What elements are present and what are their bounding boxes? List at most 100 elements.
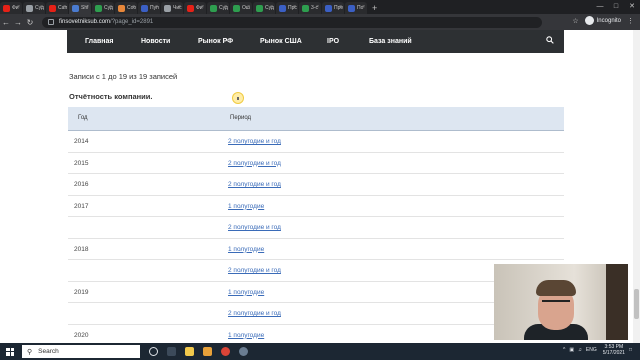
browser-tab[interactable]: Shi × (69, 2, 91, 14)
scrollbar-thumb[interactable] (634, 289, 639, 319)
taskbar-app-icon[interactable] (167, 347, 176, 356)
table-row: 2016 2 полугодие и год (68, 174, 564, 196)
bookmark-star-icon[interactable]: ☆ (572, 17, 578, 25)
browser-tab[interactable]: Фи × (0, 2, 22, 14)
url-text: finsovetniksub.com/?page_id=2891 (59, 19, 153, 25)
tab-close-icon[interactable]: × (293, 4, 296, 10)
address-bar: ← → ↻ finsovetniksub.com/?page_id=2891 ☆… (0, 14, 640, 30)
browser-tab[interactable]: Суд × (23, 2, 45, 14)
nav-item-ipo[interactable]: IPO (327, 38, 339, 45)
table-body: 2014 2 полугодие и год 2015 2 полугодие и г… (68, 131, 564, 346)
incognito-icon (584, 16, 594, 25)
browser-tab[interactable]: Суд × (207, 2, 229, 14)
clock-date: 5/17/2021 (602, 350, 625, 356)
table-header: Год Период (68, 107, 564, 131)
page-scrollbar[interactable] (633, 30, 640, 343)
minimize-icon[interactable]: — (592, 0, 608, 14)
browser-tab[interactable]: 3-с × (299, 2, 321, 14)
period-link[interactable]: 1 полугодие (228, 246, 264, 253)
period-link[interactable]: 1 полугодие (228, 203, 264, 210)
row-year: 2014 (74, 138, 89, 145)
browser-tab[interactable]: Пуп × (138, 2, 160, 14)
tab-close-icon[interactable]: × (155, 4, 158, 10)
table-row: 2017 1 полугодие (68, 196, 564, 217)
period-link[interactable]: 2 полугодие и год (228, 310, 281, 317)
nav-item-news[interactable]: Новости (141, 38, 170, 45)
browser-tab[interactable]: Ош × (230, 2, 252, 14)
tab-close-icon[interactable]: × (17, 4, 20, 10)
reload-icon[interactable]: ↻ (24, 18, 36, 27)
chrome-icon[interactable] (221, 347, 230, 356)
new-tab-button[interactable]: + (372, 2, 377, 14)
webcam-person-hair (536, 280, 576, 296)
maximize-icon[interactable]: □ (608, 0, 624, 14)
table-row: 2019 1 полугодие (68, 282, 564, 303)
nav-item-home[interactable]: Главная (85, 38, 113, 45)
row-year: 2019 (74, 288, 89, 296)
close-window-icon[interactable]: ✕ (624, 0, 640, 14)
tray-chevron-icon[interactable]: ^ (563, 347, 565, 353)
tab-favicon-icon (26, 4, 33, 12)
browser-tab[interactable]: Соо × (115, 2, 137, 14)
period-link[interactable]: 2 полугодие и год (228, 267, 281, 274)
browser-tab[interactable]: Прс × (276, 2, 298, 14)
cursor-icon (237, 97, 239, 100)
browser-tab[interactable]: Суд × (253, 2, 275, 14)
notifications-icon[interactable]: □ (629, 347, 632, 353)
tab-close-icon[interactable]: × (86, 4, 89, 10)
file-explorer-icon[interactable] (185, 347, 194, 356)
browser-tab-strip: Фи × Суд × Сап × Shi × Суд × Соо × Пуп × Чис × Фи × Суд × Ош… (0, 0, 640, 14)
tab-close-icon[interactable]: × (132, 4, 135, 10)
tab-close-icon[interactable]: × (178, 4, 181, 10)
url-field[interactable]: finsovetniksub.com/?page_id=2891 (42, 16, 542, 28)
tab-close-icon[interactable]: × (316, 4, 319, 10)
webcam-bookshelf (606, 264, 628, 340)
forward-icon[interactable]: → (12, 18, 24, 27)
menu-icon[interactable]: ⋮ (627, 17, 634, 25)
windows-start-icon[interactable] (6, 347, 14, 356)
record-app-icon[interactable] (239, 347, 248, 356)
tab-favicon-icon (302, 4, 309, 12)
volume-icon[interactable]: ♫ (578, 347, 582, 353)
tab-close-icon[interactable]: × (109, 4, 112, 10)
tab-close-icon[interactable]: × (224, 4, 227, 10)
tab-close-icon[interactable]: × (362, 4, 365, 10)
back-icon[interactable]: ← (0, 18, 12, 27)
network-icon[interactable]: ▣ (569, 347, 574, 353)
language-indicator[interactable]: ENG (586, 347, 597, 353)
tab-favicon-icon (164, 4, 171, 12)
row-year: 2017 (74, 202, 89, 210)
row-year: 2020 (74, 331, 89, 339)
browser-tab[interactable]: Пре × (322, 2, 344, 14)
nav-item-knowledge-base[interactable]: База знаний (369, 38, 412, 45)
incognito-indicator[interactable]: Incognito (584, 16, 621, 25)
nav-item-market-usa[interactable]: Рынок США (260, 38, 302, 45)
browser-tab[interactable]: По × (345, 2, 367, 14)
taskbar-clock[interactable]: 3:53 PM 5/17/2021 (603, 344, 625, 356)
webcam-person-glasses (542, 300, 570, 308)
browser-tab[interactable]: Чис × (161, 2, 183, 14)
browser-tab[interactable]: Сап × (46, 2, 68, 14)
taskbar-app-icon-2[interactable] (203, 347, 212, 356)
period-link[interactable]: 2 полугодие и год (228, 138, 281, 145)
browser-tab[interactable]: Суд × (92, 2, 114, 14)
taskbar-search-box[interactable]: ⚲ Search (22, 345, 140, 358)
tab-close-icon[interactable]: × (270, 4, 273, 10)
period-link[interactable]: 1 полугодие (228, 289, 264, 296)
tab-close-icon[interactable]: × (201, 4, 204, 10)
lock-icon (48, 19, 54, 25)
search-icon[interactable] (546, 36, 554, 44)
tab-close-icon[interactable]: × (40, 4, 43, 10)
browser-tab[interactable]: Фи × (184, 2, 206, 14)
tab-close-icon[interactable]: × (247, 4, 250, 10)
nav-item-market-rf[interactable]: Рынок РФ (198, 38, 233, 45)
task-view-icon[interactable] (149, 347, 158, 356)
period-link[interactable]: 2 полугодие и год (228, 160, 281, 167)
tab-close-icon[interactable]: × (339, 4, 342, 10)
tab-close-icon[interactable]: × (63, 4, 66, 10)
period-link[interactable]: 2 полугодие и год (228, 224, 281, 231)
period-link[interactable]: 2 полугодие и год (228, 181, 281, 188)
table-row: 2014 2 полугодие и год (68, 131, 564, 153)
tab-favicon-icon (325, 4, 332, 12)
period-link[interactable]: 1 полугодие (228, 332, 264, 339)
